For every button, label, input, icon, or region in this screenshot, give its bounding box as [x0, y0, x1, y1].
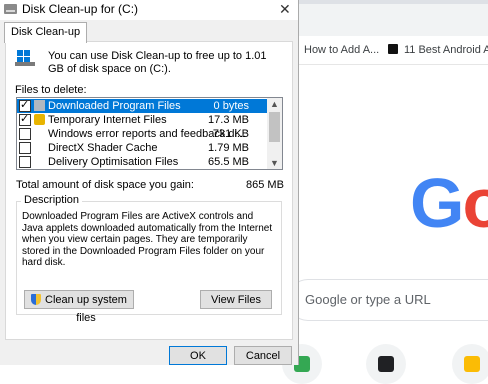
bookmark-android-label: 11 Best Android Ap	[404, 44, 488, 56]
view-files-button[interactable]: View Files	[200, 290, 272, 309]
lock-icon	[34, 114, 45, 125]
file-size: 65.5 MB	[208, 156, 249, 168]
file-size: 731 KB	[212, 128, 249, 140]
google-logo: Go	[410, 164, 488, 242]
file-name: DirectX Shader Cache	[48, 142, 158, 154]
scroll-up-icon[interactable]: ▲	[267, 98, 282, 110]
description-label: Description	[21, 194, 83, 206]
bookmark-android-apps[interactable]: 11 Best Android Ap	[388, 44, 488, 56]
dialog-title: Disk Clean-up for (C:)	[22, 2, 139, 16]
file-name: Temporary Internet Files	[48, 114, 167, 126]
list-item[interactable]: Delivery Optimisation Files 65.5 MB	[17, 155, 267, 169]
checkbox[interactable]	[19, 98, 31, 112]
bookmark-favicon-icon	[388, 44, 398, 54]
file-size: 1.79 MB	[208, 142, 249, 154]
ok-button[interactable]: OK	[169, 346, 227, 365]
shortcut-tile-2[interactable]	[366, 344, 406, 384]
file-size: 0 bytes	[213, 100, 249, 112]
bookmark-how-to-add[interactable]: How to Add A...	[304, 44, 379, 56]
total-space-value: 865 MB	[246, 179, 284, 191]
disk-cleanup-dialog: Disk Clean-up for (C:) ✕ Disk Clean-up Y…	[0, 0, 299, 365]
list-item[interactable]: Temporary Internet Files 17.3 MB	[17, 112, 267, 127]
files-to-delete-label: Files to delete:	[15, 84, 87, 96]
drive-icon	[15, 50, 35, 66]
close-icon[interactable]: ✕	[279, 1, 291, 18]
total-space-label: Total amount of disk space you gain:	[16, 179, 194, 191]
list-item[interactable]: DirectX Shader Cache 1.79 MB	[17, 141, 267, 155]
shortcut-tile-3[interactable]	[452, 344, 488, 384]
files-list[interactable]: Downloaded Program Files 0 bytes Tempora…	[16, 97, 283, 170]
disk-cleanup-icon	[4, 4, 17, 14]
scroll-down-icon[interactable]: ▼	[267, 157, 282, 169]
blank-icon	[34, 128, 45, 139]
file-name: Downloaded Program Files	[48, 100, 181, 112]
intro-text: You can use Disk Clean-up to free up to …	[48, 50, 267, 75]
list-item[interactable]: Downloaded Program Files 0 bytes	[17, 98, 267, 113]
blank-icon	[34, 156, 45, 167]
clean-up-system-files-button[interactable]: Clean up system files	[24, 290, 134, 324]
cancel-button[interactable]: Cancel	[234, 346, 292, 365]
blank-icon	[34, 142, 45, 153]
list-item[interactable]: Windows error reports and feedback di...…	[17, 127, 267, 141]
search-placeholder: Google or type a URL	[305, 292, 431, 307]
checkbox[interactable]	[19, 156, 31, 168]
tab-disk-cleanup[interactable]: Disk Clean-up	[4, 22, 88, 43]
description-text: Downloaded Program Files are ActiveX con…	[22, 211, 273, 268]
dialog-titlebar[interactable]: Disk Clean-up for (C:) ✕	[0, 0, 298, 20]
bookmarks-bar: How to Add A... 11 Best Android Ap	[298, 36, 488, 65]
checkbox[interactable]	[19, 128, 31, 140]
file-size: 17.3 MB	[208, 114, 249, 126]
file-name: Delivery Optimisation Files	[48, 156, 179, 168]
folder-icon	[34, 100, 45, 111]
checkbox[interactable]	[19, 112, 31, 126]
checkbox[interactable]	[19, 142, 31, 154]
scroll-thumb[interactable]	[269, 112, 280, 142]
browser-toolbar	[298, 4, 488, 36]
uac-shield-icon	[31, 294, 41, 305]
search-input[interactable]: Google or type a URL	[288, 279, 488, 321]
list-scrollbar[interactable]: ▲ ▼	[267, 98, 282, 169]
